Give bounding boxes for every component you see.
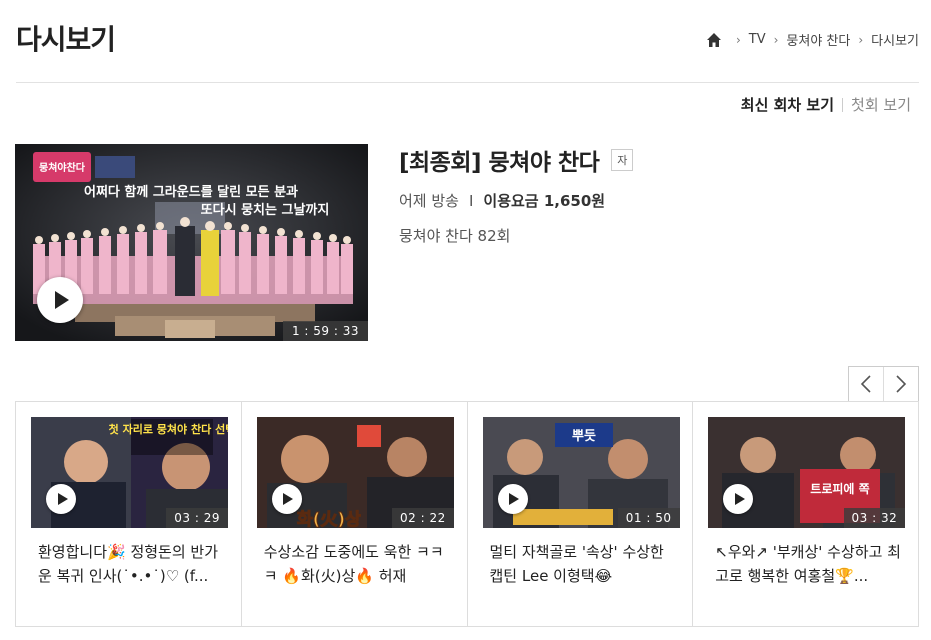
play-button[interactable] [37, 277, 83, 323]
clip-title[interactable]: 환영합니다🎉 정형돈의 반가운 복귀 인사(˙•.•˙)♡ (f... [38, 540, 228, 588]
breadcrumb-item-show[interactable]: 뭉쳐야 찬다 [786, 30, 850, 49]
meta-divider: I [468, 191, 474, 210]
chevron-right-icon [896, 375, 907, 393]
thumb-caption-line1: 어쩌다 함께 그라운드를 달린 모든 분과 [84, 184, 298, 200]
clip-card[interactable]: 화(火)상 02 : 22 수상소감 도중에도 욱한 ㅋㅋㅋ 🔥화(火)상🔥 허… [242, 402, 468, 626]
clip-card[interactable]: 트로피에 쪽 03 : 32 ↖우와↗ '부캐상' 수상하고 최고로 행복한 여… [693, 402, 918, 626]
clip-thumbnail[interactable]: 화(火)상 02 : 22 [256, 417, 454, 528]
breadcrumb: › TV › 뭉쳐야 찬다 › 다시보기 [706, 30, 919, 49]
clip-title[interactable]: ↖우와↗ '부캐상' 수상하고 최고로 행복한 여홍철🏆... [715, 540, 905, 588]
carousel-next-button[interactable] [883, 367, 918, 401]
chevron-right-icon: › [735, 32, 741, 47]
breadcrumb-item-tv[interactable]: TV [749, 32, 766, 47]
play-button[interactable] [497, 484, 528, 514]
thumb-caption-line2: 또다시 뭉치는 그날까지 [201, 202, 330, 218]
clip-list: 첫 자리로 뭉쳐야 찬다 선택 03 : 29 환영합니다🎉 정형돈의 반가운 … [15, 401, 919, 627]
clip-thumbnail[interactable]: 트로피에 쪽 03 : 32 [708, 417, 906, 528]
toggle-divider [842, 97, 844, 112]
clip-duration: 01 : 50 [617, 508, 680, 528]
featured-thumbnail[interactable]: 어쩌다 함께 그라운드를 달린 모든 분과 또다시 뭉치는 그날까지 뭉쳐야찬다… [15, 144, 368, 341]
play-icon [734, 493, 745, 505]
featured-title-row: [최종회] 뭉쳐야 찬다 자 [399, 143, 634, 177]
view-toggle: 최신 회차 보기 첫회 보기 [741, 94, 911, 115]
page-title: 다시보기 [16, 23, 116, 56]
featured-meta: 어제 방송 I 이용요금 1,650원 [399, 190, 605, 211]
featured-duration: 1 : 59 : 33 [282, 321, 368, 341]
clip-duration: 03 : 32 [843, 508, 906, 528]
first-episode-button[interactable]: 첫회 보기 [851, 94, 911, 115]
clip-overlay-text: 첫 자리로 뭉쳐야 찬다 선택 [109, 422, 228, 436]
carousel-prev-button[interactable] [849, 367, 883, 401]
clip-overlay-text: 화(火)상 [297, 510, 361, 528]
play-button[interactable] [46, 484, 76, 514]
clip-thumbnail[interactable]: 뿌듯 01 : 50 [482, 417, 680, 528]
home-icon[interactable] [706, 32, 722, 48]
chevron-right-icon: › [773, 32, 779, 47]
breadcrumb-item-replay[interactable]: 다시보기 [871, 30, 919, 49]
play-icon [509, 493, 519, 505]
featured-title[interactable]: [최종회] 뭉쳐야 찬다 [399, 143, 600, 177]
subtitle-badge: 자 [611, 149, 634, 171]
clip-thumbnail[interactable]: 첫 자리로 뭉쳐야 찬다 선택 03 : 29 [31, 417, 228, 528]
clip-overlay-text: 트로피에 쪽 [811, 481, 870, 496]
play-button[interactable] [271, 484, 302, 514]
clip-overlay-text: 뿌듯 [572, 429, 596, 444]
clip-card[interactable]: 뿌듯 01 : 50 멀티 자책골로 '속상' 수상한 캡틴 Lee 이형택😂 [468, 402, 694, 626]
play-icon [57, 493, 68, 505]
play-icon [283, 493, 294, 505]
latest-episode-button[interactable]: 최신 회차 보기 [741, 94, 834, 115]
price-label: 이용요금 1,650원 [483, 192, 606, 210]
clip-duration: 03 : 29 [166, 508, 228, 528]
aired-label: 어제 방송 [399, 192, 459, 210]
play-icon [55, 291, 69, 309]
header-divider [16, 82, 919, 83]
clip-card[interactable]: 첫 자리로 뭉쳐야 찬다 선택 03 : 29 환영합니다🎉 정형돈의 반가운 … [16, 402, 242, 626]
thumb-logo-text: 뭉쳐야찬다 [39, 161, 86, 174]
chevron-right-icon: › [858, 32, 864, 47]
clip-title[interactable]: 멀티 자책골로 '속상' 수상한 캡틴 Lee 이형택😂 [490, 540, 680, 588]
clip-title[interactable]: 수상소감 도중에도 욱한 ㅋㅋㅋ 🔥화(火)상🔥 허재 [264, 540, 454, 588]
clip-duration: 02 : 22 [392, 508, 454, 528]
carousel-nav [848, 366, 919, 402]
featured-episode: 뭉쳐야 찬다 82회 [399, 227, 511, 245]
chevron-left-icon [860, 375, 871, 393]
